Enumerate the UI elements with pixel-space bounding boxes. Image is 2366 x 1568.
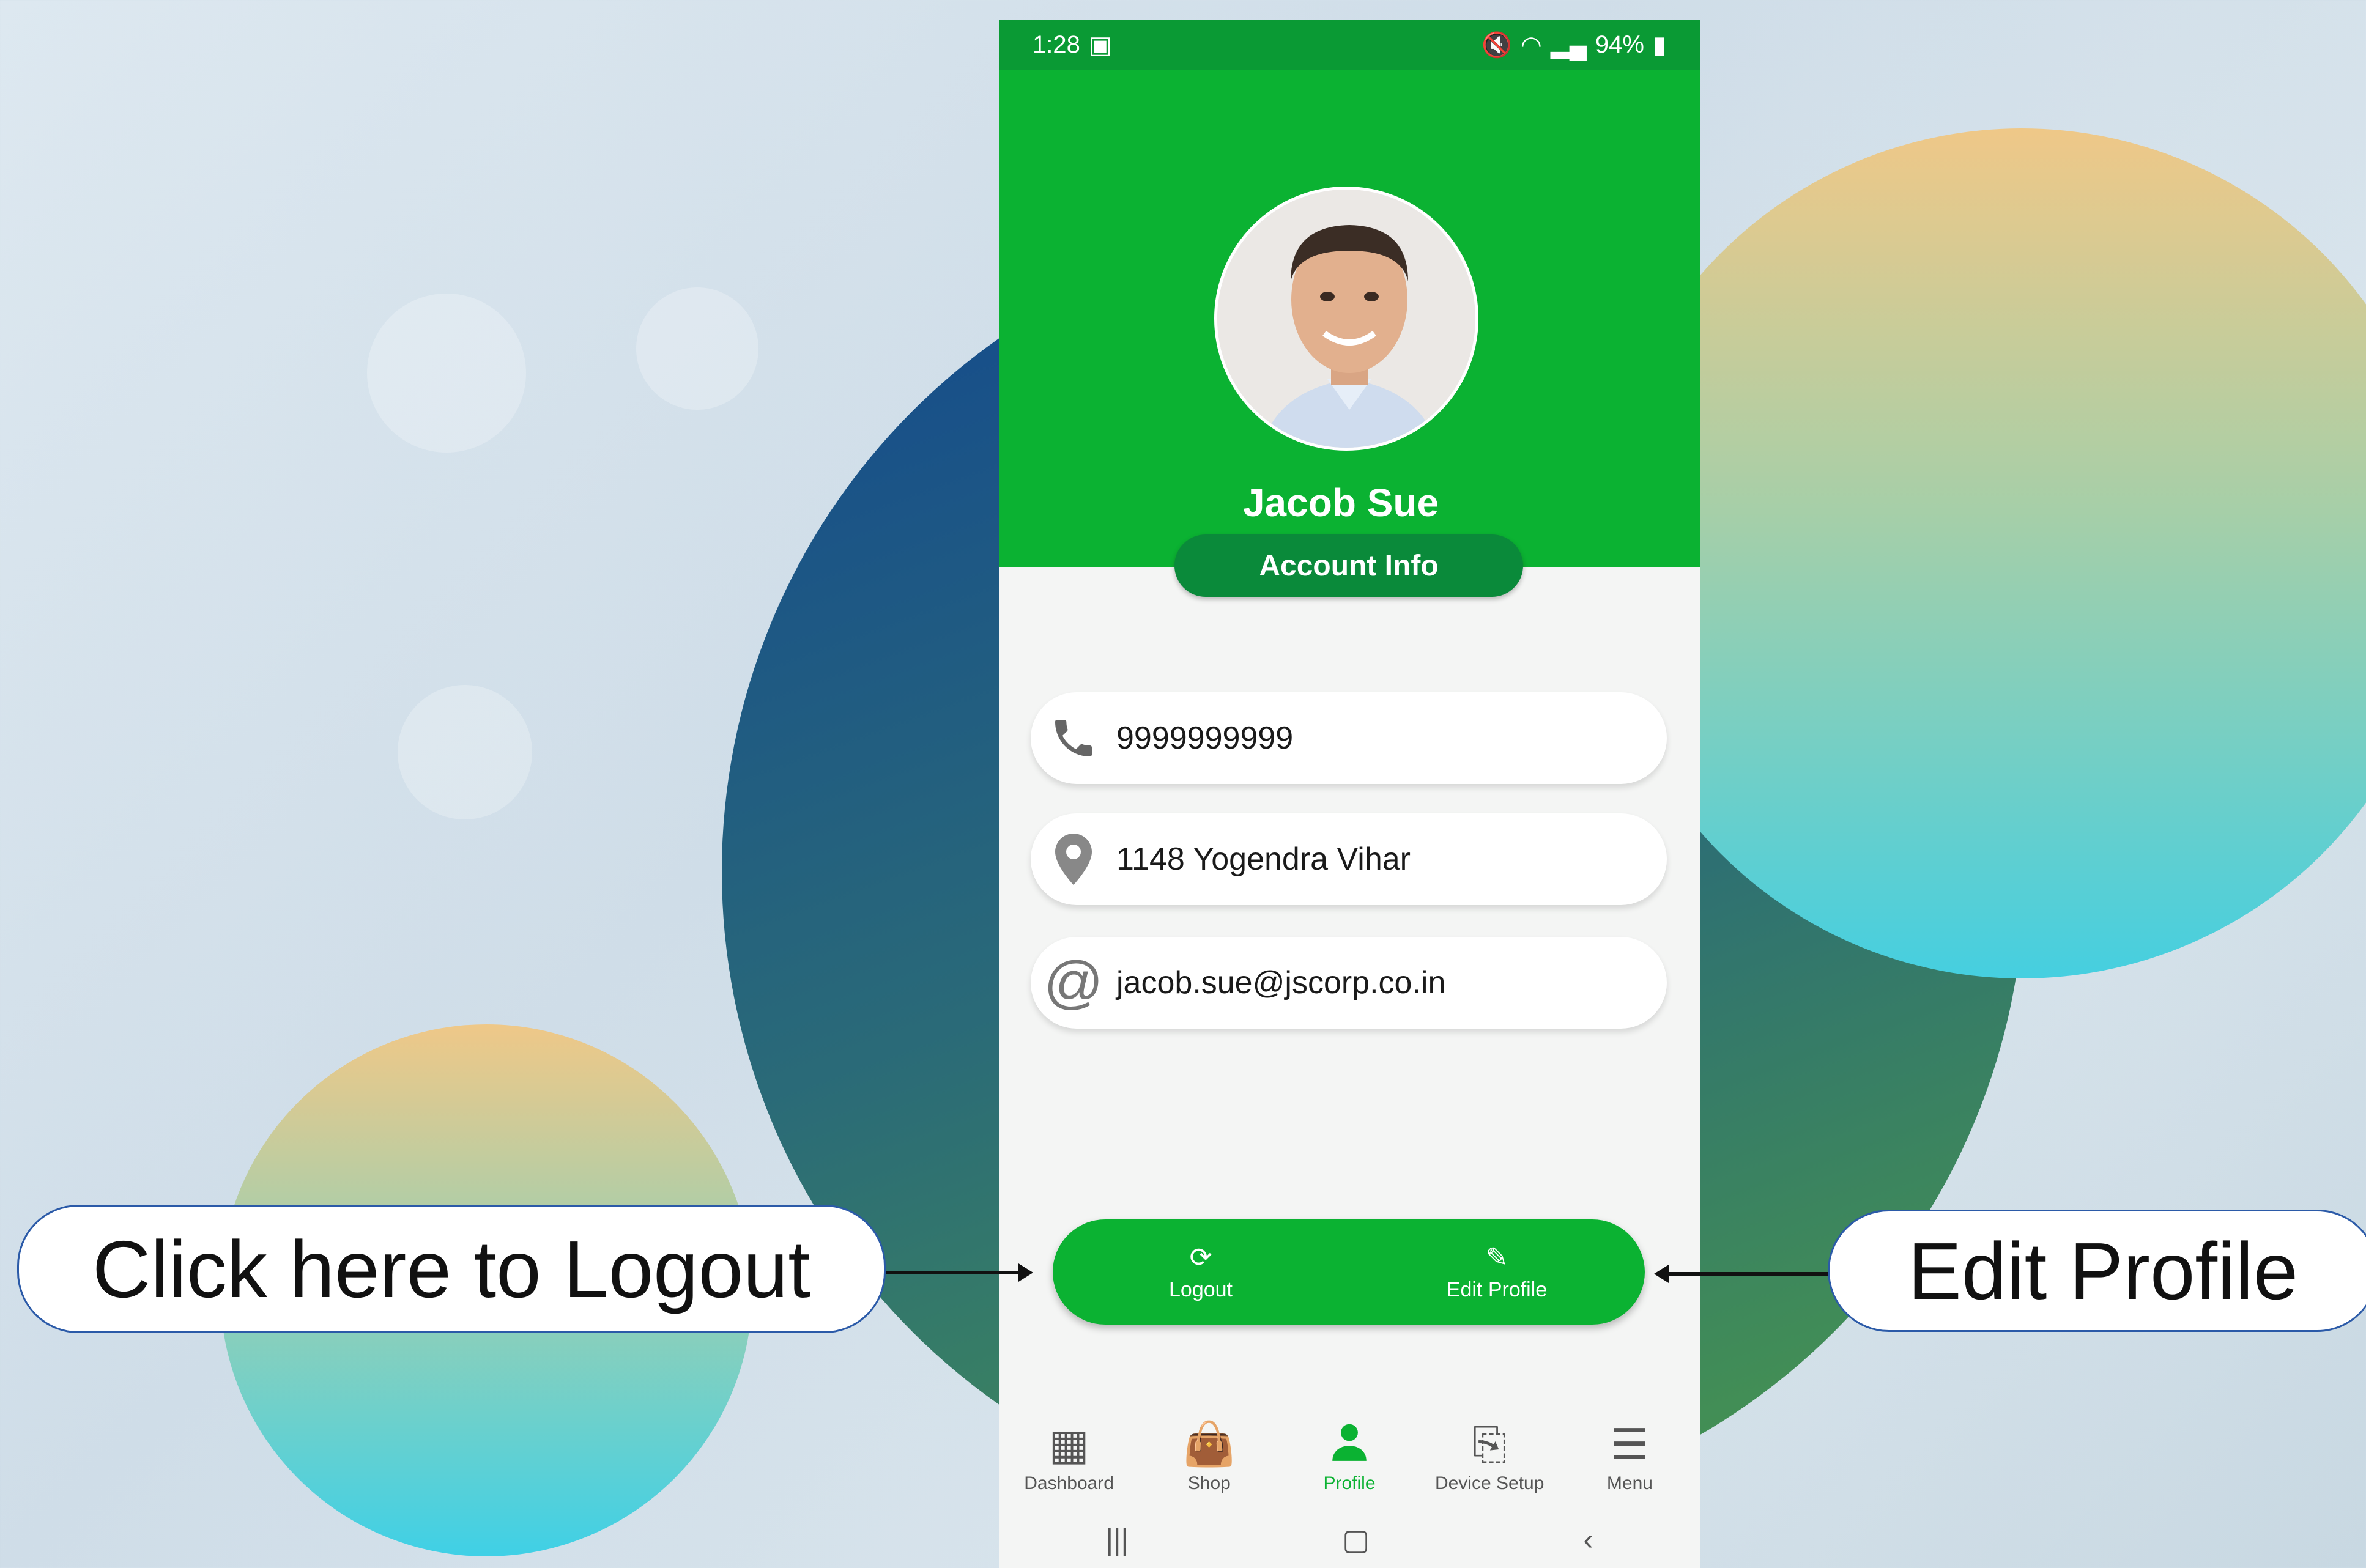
logout-arrow	[886, 1271, 1026, 1274]
edit-arrow	[1664, 1272, 1828, 1276]
image-notification-icon: ▣	[1088, 31, 1112, 59]
nav-item-dashboard[interactable]: ▦ Dashboard	[999, 1402, 1139, 1512]
battery-icon: ▮	[1652, 31, 1666, 59]
nav-label: Menu	[1606, 1473, 1653, 1493]
edit-profile-label: Edit Profile	[1446, 1278, 1548, 1301]
back-icon[interactable]: ‹	[1583, 1523, 1593, 1557]
phone-number: 9999999999	[1116, 720, 1294, 756]
mute-icon: 🔇	[1482, 32, 1512, 59]
system-navigation: ||| ▢ ‹	[999, 1512, 1700, 1568]
signal-icon: ▂▄	[1550, 31, 1587, 59]
nav-item-device-setup[interactable]: ⎘ Device Setup	[1420, 1402, 1560, 1512]
logout-label: Logout	[1169, 1278, 1233, 1301]
dashboard-icon: ▦	[1048, 1421, 1089, 1468]
phone-icon	[1031, 714, 1116, 763]
account-info-tab[interactable]: Account Info	[1174, 534, 1523, 597]
edit-arrowhead	[1654, 1265, 1669, 1283]
hamburger-menu-icon: ☰	[1611, 1421, 1649, 1468]
action-bar: ⟳ Logout ✎ Edit Profile	[1053, 1219, 1645, 1325]
status-time: 1:28	[1033, 31, 1080, 58]
nav-item-menu[interactable]: ☰ Menu	[1560, 1402, 1700, 1512]
shopping-bag-icon: 👜	[1182, 1420, 1236, 1468]
logout-button[interactable]: ⟳ Logout	[1053, 1219, 1349, 1325]
phone-card: 9999999999	[1031, 692, 1667, 784]
wifi-icon: ◠	[1520, 31, 1542, 59]
bottom-navigation: ▦ Dashboard 👜 Shop Profile ⎘ Device Setu…	[999, 1402, 1700, 1512]
edit-icon: ✎	[1485, 1243, 1508, 1273]
location-pin-icon	[1031, 834, 1116, 885]
recent-apps-icon[interactable]: |||	[1106, 1523, 1129, 1557]
background-splash	[398, 685, 532, 819]
battery-level: 94%	[1595, 31, 1644, 58]
nav-label: Shop	[1187, 1473, 1231, 1493]
nav-label: Device Setup	[1434, 1473, 1545, 1493]
nav-label: Profile	[1323, 1473, 1376, 1493]
at-sign-icon: @	[1044, 950, 1103, 1015]
edit-profile-callout: Edit Profile	[1828, 1210, 2366, 1332]
user-name: Jacob Sue	[1242, 481, 1439, 525]
nav-item-shop[interactable]: 👜 Shop	[1139, 1402, 1279, 1512]
status-bar: 1:28 ▣ 🔇 ◠ ▂▄ 94% ▮	[999, 20, 1700, 70]
logout-icon: ⟳	[1189, 1243, 1212, 1273]
email-text: jacob.sue@jscorp.co.in	[1116, 965, 1446, 1000]
phone-screen: 1:28 ▣ 🔇 ◠ ▂▄ 94% ▮ Jacob Sue Account In…	[999, 20, 1700, 1568]
nav-item-profile[interactable]: Profile	[1279, 1402, 1419, 1512]
home-icon[interactable]: ▢	[1342, 1523, 1370, 1557]
address-card: 1148 Yogendra Vihar	[1031, 813, 1667, 905]
edit-profile-button[interactable]: ✎ Edit Profile	[1349, 1219, 1645, 1325]
device-setup-icon: ⎘	[1472, 1420, 1507, 1468]
profile-header: Jacob Sue Customer ID : 77	[999, 70, 1700, 574]
address-text: 1148 Yogendra Vihar	[1116, 841, 1411, 877]
logout-arrowhead	[1018, 1263, 1033, 1282]
person-icon	[1327, 1419, 1372, 1470]
background-splash	[367, 294, 526, 453]
nav-label: Dashboard	[1024, 1473, 1114, 1493]
email-card: @ jacob.sue@jscorp.co.in	[1031, 937, 1667, 1029]
logout-callout: Click here to Logout	[17, 1205, 886, 1333]
background-splash	[636, 287, 758, 410]
avatar	[1214, 187, 1478, 451]
